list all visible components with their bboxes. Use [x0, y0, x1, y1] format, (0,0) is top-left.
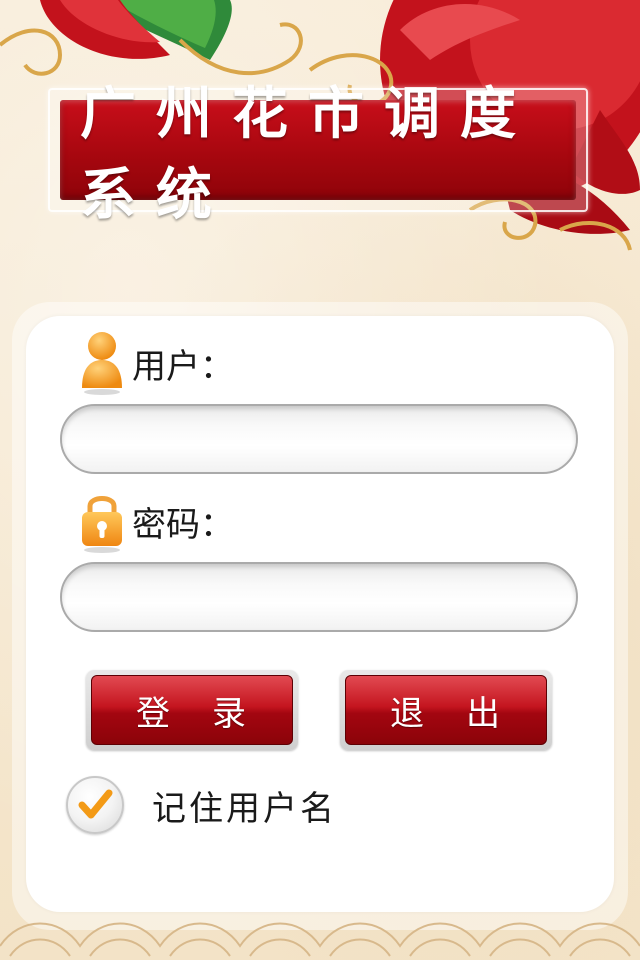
title-plate: 广州花市调度系统	[60, 81, 576, 228]
remember-label: 记住用户名	[152, 788, 337, 829]
remember-checkbox[interactable]	[66, 776, 124, 834]
title-banner: 广州花市调度系统	[48, 81, 588, 228]
password-label-row: 密码：	[78, 488, 234, 554]
cloud-pattern-decoration	[0, 922, 640, 957]
lock-icon	[82, 496, 122, 553]
user-icon	[82, 332, 122, 395]
login-button[interactable]: 登录	[91, 675, 293, 745]
password-label: 密码：	[132, 504, 234, 545]
login-button-frame: 登录	[86, 670, 298, 750]
exit-button[interactable]: 退出	[345, 675, 547, 745]
remember-username-row[interactable]: 记住用户名	[66, 776, 337, 834]
app-title: 广州花市调度系统	[80, 81, 536, 228]
username-input[interactable]	[60, 404, 578, 474]
checkmark-icon	[78, 789, 113, 819]
username-label: 用户：	[132, 346, 234, 387]
username-label-row: 用户：	[78, 330, 234, 396]
exit-button-frame: 退出	[340, 670, 552, 750]
password-input[interactable]	[60, 562, 578, 632]
